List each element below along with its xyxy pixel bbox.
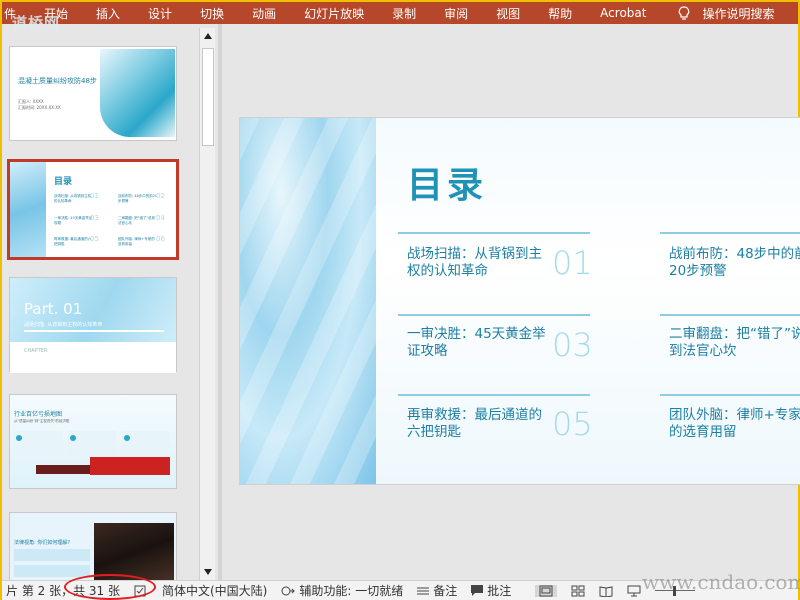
thumb-subtitle: 从"质量纠纷"到"主权丧失"的经济账 [14,419,70,423]
thumb-photo [94,523,174,580]
notes-button[interactable]: 备注 [417,582,457,599]
accessibility-label: 辅助功能: 一切就绪 [299,584,404,598]
thumb-title: 行业百亿亏损地图 [14,411,63,418]
thumbnail-scrollbar[interactable] [199,28,215,580]
thumb-toc-item: 二审翻盘: 把"错了"说到法官心坎 [118,216,156,225]
toc-divider [660,314,800,316]
tab-record[interactable]: 录制 [392,5,416,22]
toc-item-05-number: 05 [552,405,593,443]
thumb-title: 混凝土质量纠纷攻防48步 [18,77,97,85]
toc-item-01-text: 战场扫描：从背锅到主权的认知革命 [407,246,542,279]
thumb-toc-title: 目录 [54,177,73,187]
thumb-toc-item: 战前布防: 48步中的前20步预警 [118,194,158,203]
tab-acrobat[interactable]: Acrobat [600,6,646,20]
tab-animations[interactable]: 动画 [252,5,276,22]
normal-view-button[interactable] [535,584,558,597]
scroll-down-icon[interactable] [200,564,216,580]
thumb-toc-num: 05 [90,235,99,243]
slide-title: 目录 [407,165,488,206]
tab-slideshow[interactable]: 幻灯片放映 [304,5,364,22]
thumb-date: 汇报时间: 20XX.XX.XX [18,105,61,110]
tab-design[interactable]: 设计 [148,5,172,22]
thumb-bar [36,465,90,474]
highlight-annotation-oval [64,574,156,600]
toc-item-03-number: 03 [552,326,593,364]
toc-item-04-text: 二审翻盘：把“错了”说到法官心坎 [669,326,800,359]
thumbnail-slide-3[interactable]: Part. 01 战场扫描: 从背锅到主权的认知革命 CHAPTER [9,277,177,373]
thumbnail-slide-4[interactable]: 行业百亿亏损地图 从"质量纠纷"到"主权丧失"的经济账 [9,394,177,489]
thumb-chapter: CHAPTER [24,348,48,354]
tab-transitions[interactable]: 切换 [200,5,224,22]
thumb-dot-icon [16,435,22,441]
toc-divider [398,394,590,396]
tab-help[interactable]: 帮助 [548,5,572,22]
thumb-toc-num: 03 [90,214,99,222]
thumb-toc-item: 战场扫描: 从背锅到主权的认知革命 [54,194,92,203]
book-icon [599,585,613,597]
notes-icon [417,587,430,594]
pane-splitter[interactable] [218,24,222,580]
wave-image [100,49,175,137]
tab-insert[interactable]: 插入 [96,5,120,22]
toc-divider [660,394,800,396]
thumb-toc-num: 06 [156,235,165,243]
watermark-logo: 道桥网 [12,14,61,32]
thumbnail-slide-1[interactable]: 混凝土质量纠纷攻防48步 汇报人: XXXX 汇报时间: 20XX.XX.XX [9,46,177,141]
slide-side-image [240,118,376,484]
toc-divider [398,232,590,234]
thumb-card [14,549,90,561]
ribbon-tab-bar: 件 开始 插入 设计 切换 动画 幻灯片放映 录制 审阅 视图 帮助 Acrob… [2,2,798,24]
toc-item-02-text: 战前布防：48步中的前20步预警 [669,246,800,279]
toc-item-05-text: 再审救援：最后通道的六把钥匙 [407,407,542,440]
thumb-toc-item: 团队外脑: 律师+专家的选育用留 [118,237,155,246]
tab-view[interactable]: 视图 [496,5,520,22]
language-indicator[interactable]: 简体中文(中国大陆) [162,582,267,599]
lightbulb-icon [679,5,690,20]
thumb-toc-item: 一审决胜: 45天黄金举证攻略 [54,216,93,225]
normal-view-icon [539,585,553,596]
scroll-thumb[interactable] [202,48,214,146]
accessibility-icon [281,586,296,595]
thumb-toc-num: 04 [156,214,165,222]
thumb-dot-icon [124,435,130,441]
notes-label: 备注 [433,584,458,598]
thumb-title: 法律视角: 你们如何理解? [14,540,70,546]
thumbnail-slide-5[interactable]: 法律视角: 你们如何理解? [9,512,177,580]
thumb-part-title: Part. 01 [24,300,83,318]
thumbnail-slide-2[interactable]: 目录 战场扫描: 从背锅到主权的认知革命 01 战前布防: 48步中的前20步预… [7,159,179,260]
slide-sorter-button[interactable] [571,585,585,597]
toc-item-03-text: 一审决胜：45天黄金举证攻略 [407,326,546,359]
tab-review[interactable]: 审阅 [444,5,468,22]
main-slide-canvas[interactable]: 目录 战场扫描：从背锅到主权的认知革命 01 战前布防：48步中的前20步预警 … [239,117,800,485]
toc-divider [660,232,800,234]
thumb-card [14,565,90,577]
thumb-side-image [10,162,46,257]
comment-icon [471,585,484,596]
comments-button[interactable]: 批注 [471,582,511,599]
reading-view-button[interactable] [599,585,613,597]
slide-thumbnail-pane[interactable]: 混凝土质量纠纷攻防48步 汇报人: XXXX 汇报时间: 20XX.XX.XX … [2,24,198,580]
accessibility-status[interactable]: 辅助功能: 一切就绪 [281,582,403,599]
tell-me-label: 操作说明搜索 [702,6,775,21]
thumb-bar [90,457,170,475]
thumb-divider [24,330,164,332]
slideshow-button[interactable] [627,585,641,597]
thumb-toc-num: 02 [156,192,165,200]
comments-label: 批注 [487,584,512,598]
thumb-dot-icon [70,435,76,441]
thumb-footer [10,342,176,373]
tell-me-search[interactable]: 操作说明搜索 [678,5,774,22]
thumb-toc-num: 01 [90,192,99,200]
thumb-toc-item: 再审救援: 最后通道的六把钥匙 [54,237,92,246]
scroll-up-icon[interactable] [200,28,216,44]
grid-icon [571,585,585,596]
toc-item-06-text: 团队外脑：律师+专家的选育用留 [669,407,800,440]
toc-item-01-number: 01 [552,244,593,282]
toc-divider [398,314,590,316]
presentation-icon [627,585,641,596]
thumb-part-subtitle: 战场扫描: 从背锅到主权的认知革命 [24,322,103,328]
watermark-url: www.cndao.com [642,570,800,594]
